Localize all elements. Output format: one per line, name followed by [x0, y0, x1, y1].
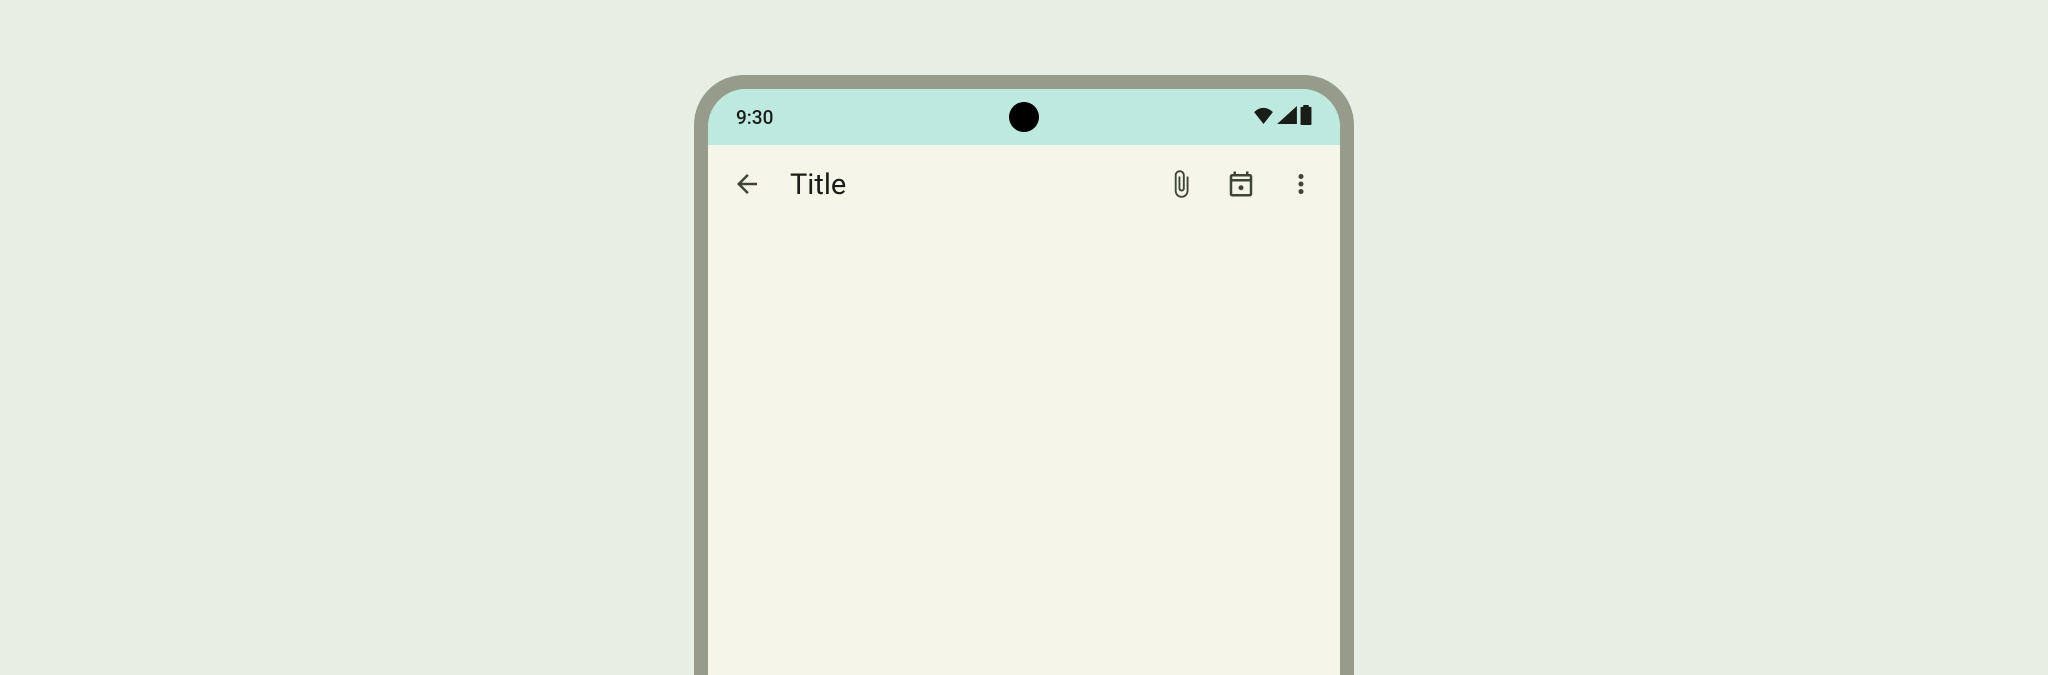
back-button[interactable]	[718, 156, 776, 214]
battery-icon	[1300, 105, 1312, 129]
status-bar-time: 9:30	[736, 106, 773, 129]
app-bar-actions	[1152, 156, 1330, 214]
wifi-icon	[1253, 107, 1274, 128]
app-bar-title: Title	[790, 168, 1152, 202]
app-bar: Title	[708, 145, 1340, 225]
camera-notch	[1009, 102, 1039, 132]
status-bar-icons	[1253, 105, 1312, 129]
attach-file-button[interactable]	[1152, 156, 1210, 214]
more-vert-icon	[1286, 169, 1316, 202]
calendar-event-button[interactable]	[1212, 156, 1270, 214]
cellular-signal-icon	[1277, 106, 1297, 128]
phone-screen: 9:30	[708, 89, 1340, 675]
phone-device-frame: 9:30	[694, 75, 1354, 675]
status-bar: 9:30	[708, 89, 1340, 145]
attach-file-icon	[1166, 169, 1196, 202]
calendar-event-icon	[1226, 169, 1256, 202]
back-arrow-icon	[732, 169, 762, 202]
more-options-button[interactable]	[1272, 156, 1330, 214]
